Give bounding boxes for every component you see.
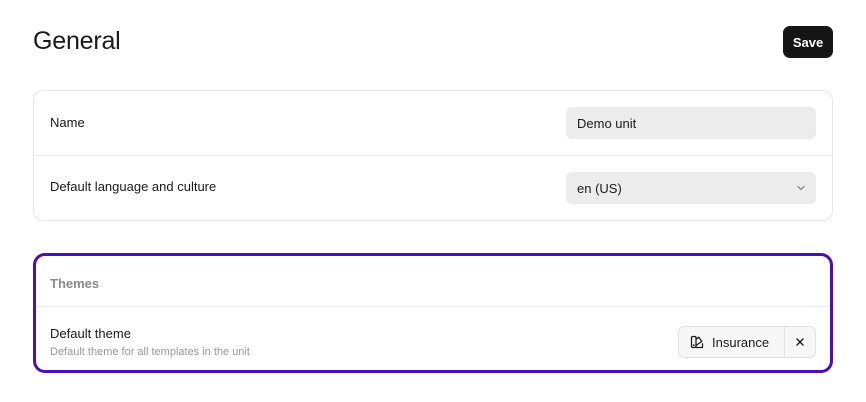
themes-card: Themes Default theme Default theme for a… (33, 253, 833, 373)
language-label: Default language and culture (50, 179, 217, 194)
remove-theme-button[interactable] (785, 327, 815, 357)
selected-theme-name: Insurance (712, 334, 770, 350)
page-title: General (33, 27, 121, 55)
general-settings-page: General Save Name Default language and c… (0, 0, 866, 402)
themes-header: Themes (36, 256, 830, 307)
default-theme-chip: Insurance (678, 326, 816, 358)
close-icon (796, 338, 804, 346)
palette-icon (690, 335, 704, 349)
language-select-value: en (US) (577, 180, 622, 196)
default-theme-description: Default theme for all templates in the u… (50, 346, 250, 358)
language-select[interactable]: en (US) (566, 172, 816, 204)
name-input[interactable] (566, 107, 816, 139)
chevron-down-icon (797, 185, 805, 191)
general-settings-card: Name Default language and culture en (US… (33, 90, 833, 221)
name-label: Name (50, 115, 85, 130)
save-button[interactable]: Save (783, 26, 833, 58)
theme-chip-select-button[interactable]: Insurance (679, 327, 785, 357)
default-theme-label: Default theme (50, 326, 131, 341)
name-row: Name (34, 91, 832, 156)
language-row: Default language and culture en (US) (34, 156, 832, 221)
themes-section-title: Themes (50, 276, 100, 291)
